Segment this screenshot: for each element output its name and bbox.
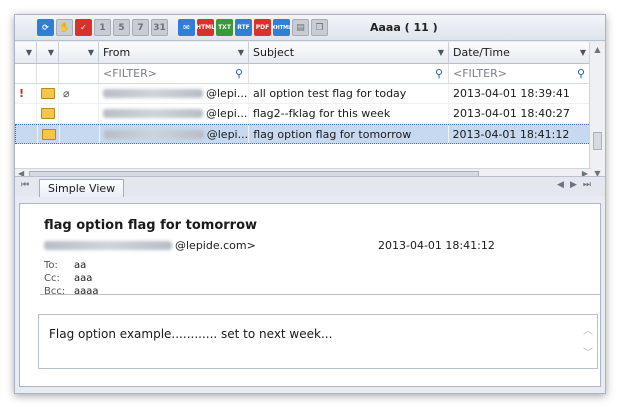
xhtml-export-icon[interactable]: XHTML xyxy=(272,19,291,36)
row-date: 2013-04-01 18:39:41 xyxy=(449,84,591,103)
rtf-export-icon[interactable]: RTF xyxy=(235,19,252,36)
message-grid: ▼ ▼ ▼ From ▼ Subject ▼ Date/Time ▼ <FILTER>… xyxy=(15,42,591,182)
calendar-31-icon[interactable]: 31 xyxy=(151,19,168,36)
from-filter[interactable]: <FILTER> ⚲ xyxy=(99,64,249,83)
col-attachment-header[interactable]: ▼ xyxy=(59,42,99,63)
tab-nav-icons[interactable]: ◀▶⏭ xyxy=(557,180,597,190)
chevron-up-icon[interactable]: ︿ xyxy=(583,321,593,343)
search-icon[interactable]: ⚲ xyxy=(577,67,585,80)
table-row[interactable]: ! ⌀ @lepi... all option test flag for to… xyxy=(15,84,591,104)
calendar-5-icon[interactable]: 5 xyxy=(113,19,130,36)
header-divider xyxy=(40,294,600,295)
print-icon[interactable]: ▤ xyxy=(292,19,309,36)
table-row-selected[interactable]: @lepi... flag option flag for tomorrow 2… xyxy=(15,124,591,144)
cc-line: Cc: aaa xyxy=(44,273,93,284)
col-subject-header[interactable]: Subject ▼ xyxy=(249,42,449,63)
folder-title: Aaaa ( 11 ) xyxy=(370,21,438,34)
calendar-1-icon[interactable]: 1 xyxy=(94,19,111,36)
preview-from: @lepide.com> xyxy=(44,239,256,252)
app-window: ⟳ ✋ ✓ 1 5 7 31 ✉ HTML TXT RTF PDF XHTML … xyxy=(14,14,606,394)
scroll-thumb[interactable] xyxy=(593,132,602,150)
txt-export-icon[interactable]: TXT xyxy=(216,19,233,36)
envelope-icon xyxy=(41,108,55,119)
date-filter[interactable]: <FILTER> ⚲ xyxy=(449,64,591,83)
row-subject: flag2--fklag for this week xyxy=(249,104,449,123)
bcc-line: Bcc: aaaa xyxy=(44,286,99,297)
envelope-icon xyxy=(41,88,55,99)
preview-date: 2013-04-01 18:41:12 xyxy=(378,239,495,252)
copy-icon[interactable]: ❐ xyxy=(311,19,328,36)
calendar-7-icon[interactable]: 7 xyxy=(132,19,149,36)
preview-tab-strip: ⏮ Simple View ◀▶⏭ xyxy=(15,176,605,197)
row-subject: flag option flag for tomorrow xyxy=(249,125,449,143)
tab-simple-view[interactable]: Simple View xyxy=(39,179,125,197)
hand-icon[interactable]: ✋ xyxy=(56,19,73,36)
message-preview: flag option flag for tomorrow @lepide.co… xyxy=(19,203,601,387)
importance-icon: ! xyxy=(19,87,25,100)
table-row[interactable]: @lepi... flag2--fklag for this week 2013… xyxy=(15,104,591,124)
toolbar: ⟳ ✋ ✓ 1 5 7 31 ✉ HTML TXT RTF PDF XHTML … xyxy=(15,15,605,41)
html-export-icon[interactable]: HTML xyxy=(196,19,215,36)
envelope-icon xyxy=(41,128,56,140)
search-icon[interactable]: ⚲ xyxy=(435,67,443,80)
mail-icon[interactable]: ✉ xyxy=(178,19,195,36)
col-icon-header[interactable]: ▼ xyxy=(37,42,59,63)
search-icon[interactable]: ⚲ xyxy=(235,67,243,80)
to-line: To: aa xyxy=(44,260,87,271)
preview-subject: flag option flag for tomorrow xyxy=(44,218,258,233)
row-date: 2013-04-01 18:40:27 xyxy=(449,104,591,123)
checkmark-icon[interactable]: ✓ xyxy=(75,19,92,36)
grid-vertical-scrollbar[interactable]: ▲ ▼ xyxy=(589,42,605,182)
col-from-header[interactable]: From ▼ xyxy=(99,42,249,63)
row-date: 2013-04-01 18:41:12 xyxy=(449,125,590,143)
col-importance-header[interactable]: ▼ xyxy=(15,42,37,63)
refresh-icon[interactable]: ⟳ xyxy=(37,19,54,36)
scroll-up-icon[interactable]: ▲ xyxy=(590,42,605,58)
first-page-icon[interactable]: ⏮ xyxy=(21,180,29,190)
grid-header: ▼ ▼ ▼ From ▼ Subject ▼ Date/Time ▼ xyxy=(15,42,591,64)
col-date-header[interactable]: Date/Time ▼ xyxy=(449,42,591,63)
body-scrollbar[interactable]: ︿ ﹀ xyxy=(583,321,593,365)
chevron-down-icon[interactable]: ﹀ xyxy=(583,343,593,365)
attachment-icon: ⌀ xyxy=(63,87,70,100)
message-body: Flag option example............ set to n… xyxy=(38,314,598,369)
row-subject: all option test flag for today xyxy=(249,84,449,103)
subject-filter[interactable]: ⚲ xyxy=(249,64,449,83)
filter-row: <FILTER> ⚲ ⚲ <FILTER> ⚲ xyxy=(15,64,591,84)
pdf-export-icon[interactable]: PDF xyxy=(254,19,271,36)
